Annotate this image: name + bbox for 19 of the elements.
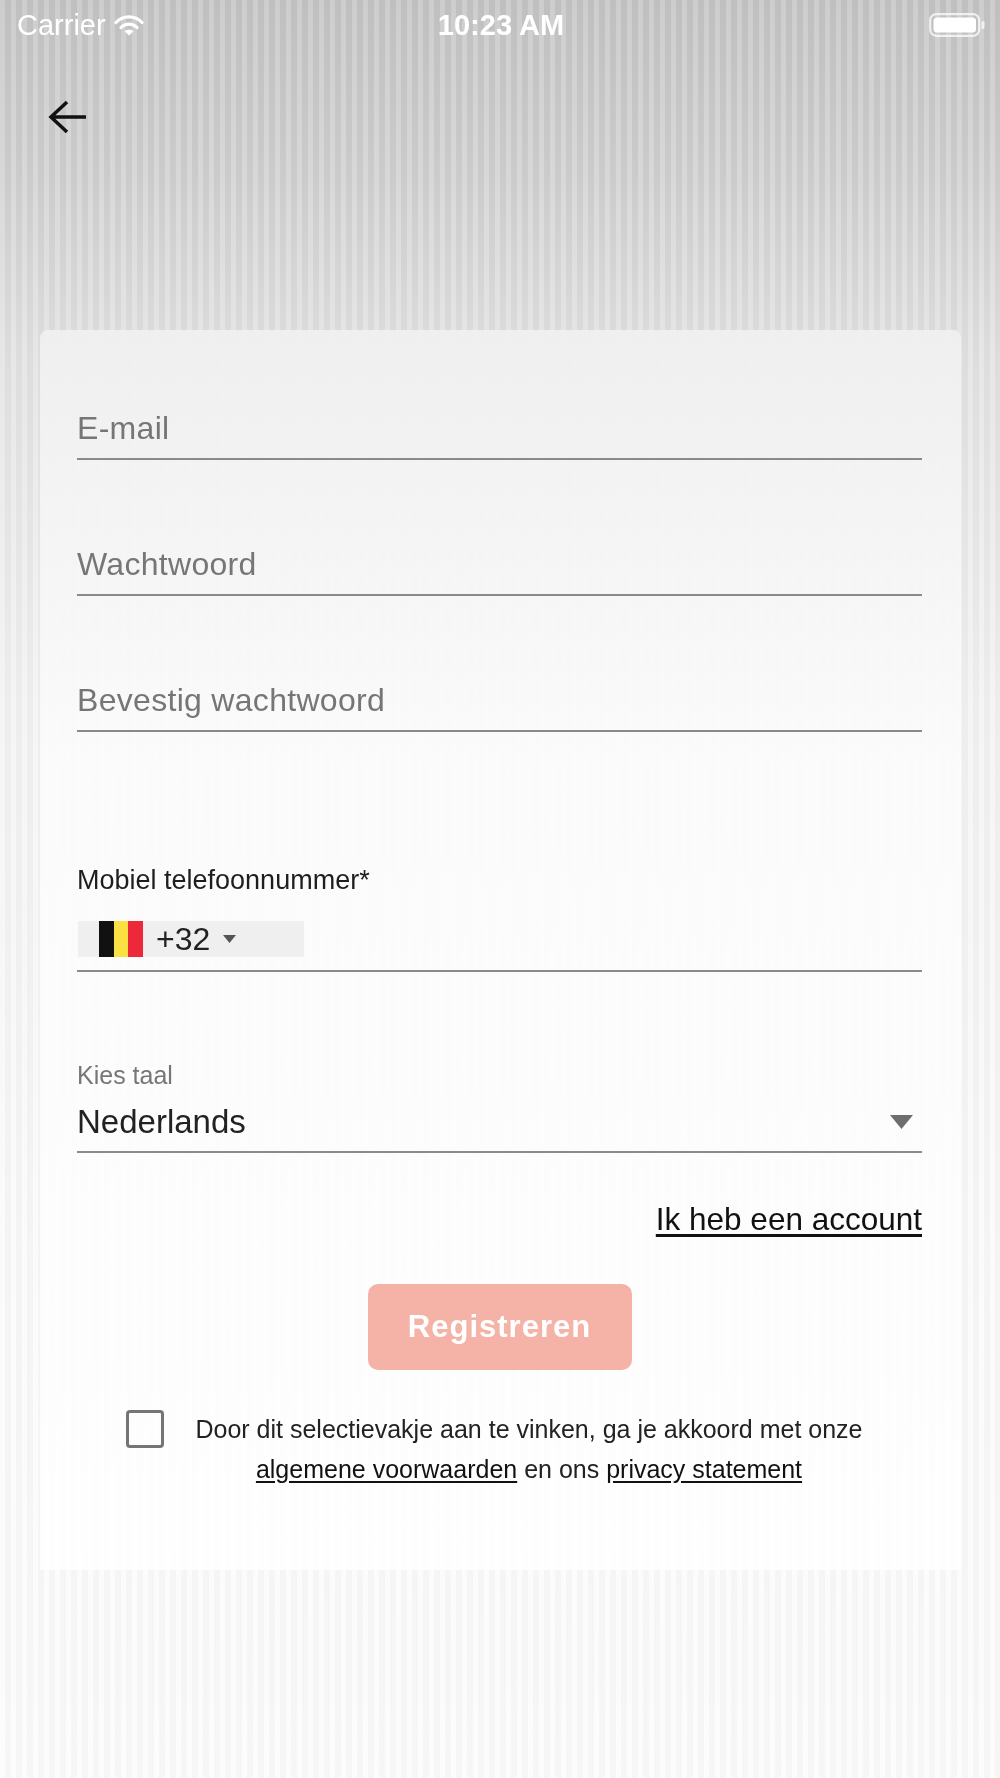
login-link[interactable]: Ik heb een account	[655, 1200, 922, 1238]
phone-label: Mobiel telefoonnummer*	[77, 864, 370, 896]
battery-icon	[929, 13, 985, 37]
country-code-selector[interactable]: +32	[78, 921, 304, 957]
wifi-icon	[113, 14, 144, 36]
terms-checkbox[interactable]	[126, 1410, 164, 1448]
terms-link[interactable]: algemene voorwaarden	[255, 1455, 518, 1483]
language-select[interactable]: Kies taal Nederlands	[77, 1060, 922, 1153]
email-field[interactable]: E-mail	[77, 404, 922, 460]
status-time: 10:23 AM	[437, 8, 565, 42]
confirm-password-field[interactable]: Bevestig wachtwoord	[77, 676, 922, 732]
password-field[interactable]: Wachtwoord	[77, 540, 922, 596]
carrier-name: Carrier	[17, 8, 106, 42]
terms-link[interactable]: privacy statement	[606, 1455, 803, 1483]
flag-icon	[99, 921, 143, 957]
back-arrow-icon	[48, 100, 88, 134]
caret-icon	[890, 1115, 913, 1129]
terms-text: Door dit selectievakje aan te vinken, ga je akkoord met onze algemene voorwaarden en ons privacy statement	[194, 1414, 864, 1485]
caret-icon	[223, 935, 237, 943]
